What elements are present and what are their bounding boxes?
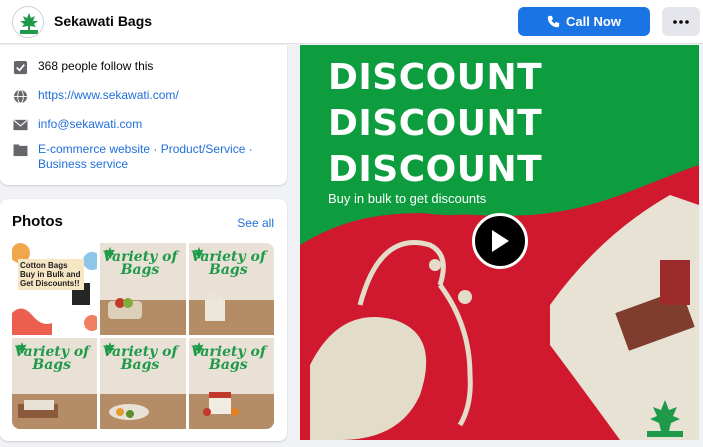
categories-line-1[interactable]: E-commerce website · Product/Service · <box>38 142 253 157</box>
email-row[interactable]: info@sekawati.com <box>12 117 142 133</box>
followers-text: 368 people follow this <box>38 59 154 73</box>
promo-headline-2: DISCOUNT <box>328 103 543 144</box>
photo-caption: Variety of Bags <box>190 249 266 278</box>
photos-card: Photos See all Cotton Bags Buy in Bulk a… <box>0 199 287 441</box>
email-link[interactable]: info@sekawati.com <box>38 117 142 131</box>
photos-grid: Cotton Bags Buy in Bulk and Get Discount… <box>12 243 274 429</box>
photo-tile[interactable]: Variety of Bags <box>188 337 274 429</box>
more-options-button[interactable] <box>662 7 700 36</box>
envelope-icon <box>12 117 28 133</box>
phone-icon <box>547 15 560 28</box>
page-logo[interactable] <box>12 6 44 38</box>
promo-tagline: Buy in bulk to get discounts <box>328 191 487 206</box>
maple-leaf-logo-icon <box>13 7 43 37</box>
categories-row: E-commerce website · Product/Service · B… <box>12 142 253 172</box>
photo-tile[interactable]: Cotton Bags Buy in Bulk and Get Discount… <box>12 243 98 335</box>
see-all-link[interactable]: See all <box>237 216 274 230</box>
promo-headline-3: DISCOUNT <box>328 149 543 190</box>
play-icon <box>492 230 509 252</box>
website-row[interactable]: https://www.sekawati.com/ <box>12 88 179 104</box>
categories-line-2[interactable]: Business service <box>38 157 253 172</box>
globe-icon <box>12 88 28 104</box>
tote-bag-icon <box>204 293 225 321</box>
page-name[interactable]: Sekawati Bags <box>54 13 152 29</box>
photo-caption: Variety of Bags <box>190 343 266 373</box>
photo-tile[interactable]: Variety of Bags <box>100 337 186 429</box>
page-header: Sekawati Bags Call Now <box>0 0 703 44</box>
followers-row: 368 people follow this <box>12 59 153 75</box>
bag-icon <box>108 298 143 319</box>
call-now-button[interactable]: Call Now <box>518 7 650 36</box>
photo-caption: Variety of Bags <box>102 343 178 373</box>
intro-card: 368 people follow this https://www.sekaw… <box>0 45 287 185</box>
tag-icon <box>12 142 28 158</box>
photo-caption: Variety of Bags <box>14 343 90 373</box>
bag-icon <box>202 391 239 416</box>
play-button[interactable] <box>472 213 528 269</box>
bag-icon <box>18 399 58 418</box>
photo-caption: Variety of Bags <box>102 249 178 278</box>
bag-icon <box>109 403 150 420</box>
website-link[interactable]: https://www.sekawati.com/ <box>38 88 179 102</box>
photo-tile[interactable]: Variety of Bags <box>100 243 186 335</box>
photo-tile[interactable]: Variety of Bags <box>12 337 98 429</box>
featured-video[interactable]: DISCOUNT DISCOUNT DISCOUNT Buy in bulk t… <box>300 45 699 440</box>
call-now-label: Call Now <box>566 14 621 29</box>
photo-caption: Cotton Bags Buy in Bulk and Get Discount… <box>18 259 84 290</box>
promo-headline-1: DISCOUNT <box>328 57 543 98</box>
photo-tile[interactable]: Variety of Bags <box>188 243 274 335</box>
more-horizontal-icon <box>673 19 689 24</box>
photos-title: Photos <box>12 213 63 230</box>
checkbox-followers-icon <box>12 59 28 75</box>
